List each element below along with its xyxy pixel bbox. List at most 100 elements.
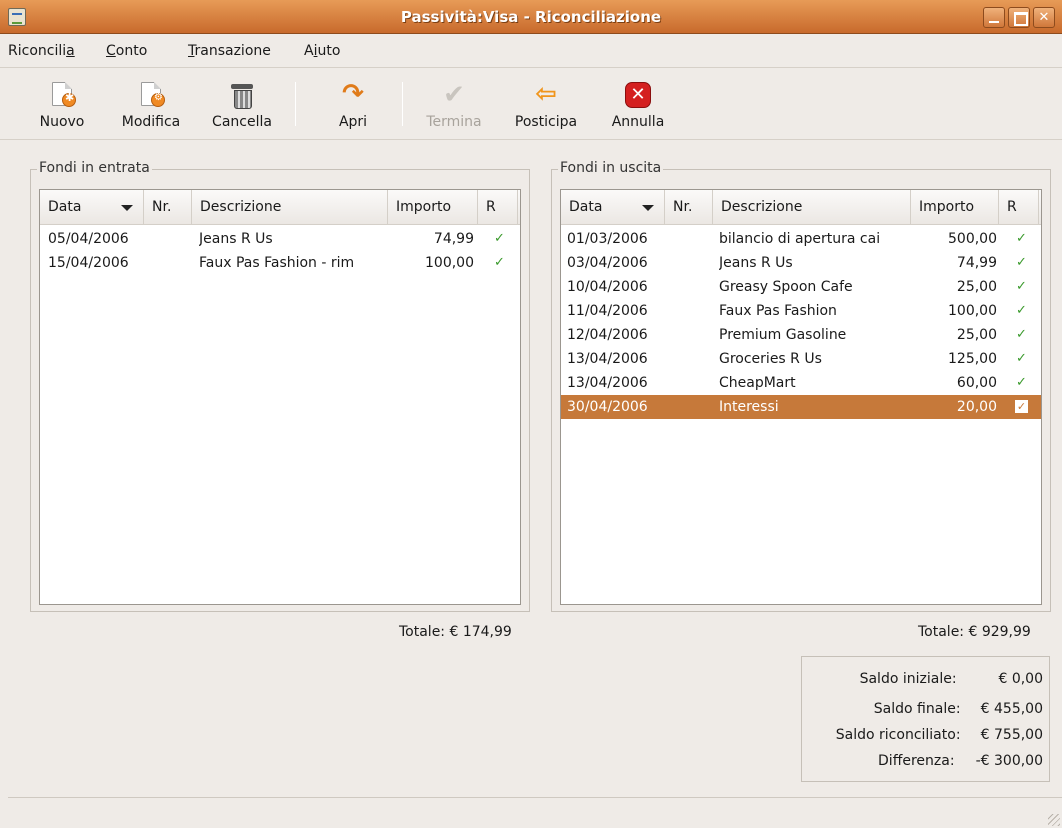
status-bar	[8, 797, 1062, 828]
row-description: Jeans R Us	[199, 231, 273, 247]
annulla-button[interactable]: ✕ Annulla	[598, 68, 678, 140]
close-button[interactable]: ✕	[1033, 7, 1055, 28]
saldo-finale-value: € 455,00	[980, 701, 1043, 717]
table-row[interactable]: 13/04/2006 CheapMart 60,00 ✓	[561, 371, 1041, 395]
reconciled-check-icon[interactable]: ✓	[1016, 323, 1027, 347]
postpone-arrow-icon: ⇦	[535, 79, 557, 109]
row-date: 03/04/2006	[567, 255, 648, 271]
termina-button[interactable]: ✔ Termina	[414, 68, 494, 140]
col-descrizione-label: Descrizione	[200, 199, 282, 215]
row-description: bilancio di apertura cai	[719, 231, 881, 247]
differenza-value: -€ 300,00	[975, 753, 1043, 769]
balance-summary: Saldo iniziale: € 0,00 Saldo finale: € 4…	[801, 656, 1050, 782]
check-icon: ✔	[443, 80, 465, 110]
row-description: Faux Pas Fashion - rim	[199, 255, 355, 271]
annulla-label: Annulla	[611, 114, 665, 130]
table-row[interactable]: 10/04/2006 Greasy Spoon Cafe 25,00 ✓	[561, 275, 1041, 299]
table-row[interactable]: 05/04/2006 Jeans R Us 74,99 ✓	[40, 227, 520, 251]
row-date: 11/04/2006	[567, 303, 648, 319]
cancel-icon: ✕	[625, 82, 651, 108]
row-date: 10/04/2006	[567, 279, 648, 295]
menu-riconcilia-mnemonic: a	[66, 43, 75, 59]
col-nr[interactable]: Nr.	[144, 190, 192, 225]
row-description: Interessi	[719, 399, 779, 415]
apri-label: Apri	[338, 114, 368, 130]
menu-aiuto[interactable]: Aiuto	[304, 43, 340, 59]
reconciled-check-icon[interactable]: ✓	[1016, 371, 1027, 395]
row-description: Premium Gasoline	[719, 327, 847, 343]
apri-button[interactable]: ↷ Apri	[318, 68, 388, 140]
reconciled-check-icon[interactable]: ✓	[1016, 347, 1027, 371]
table-row[interactable]: 15/04/2006 Faux Pas Fashion - rim 100,00…	[40, 251, 520, 275]
reconciled-checkbox[interactable]: ✓	[1015, 400, 1028, 413]
col-importo-label: Importo	[396, 199, 452, 215]
reconciled-check-icon[interactable]: ✓	[1016, 227, 1027, 251]
table-row[interactable]: 13/04/2006 Groceries R Us 125,00 ✓	[561, 347, 1041, 371]
outgoing-funds-list[interactable]: Data Nr. Descrizione Importo R 01/03/200…	[560, 189, 1042, 605]
col-data-label: Data	[569, 199, 603, 215]
nuovo-label: Nuovo	[39, 114, 85, 130]
saldo-iniziale-label: Saldo iniziale:	[859, 671, 957, 687]
modifica-button[interactable]: Modifica	[108, 68, 194, 140]
reconciled-check-icon[interactable]: ✓	[1016, 275, 1027, 299]
menu-transazione[interactable]: Transazione	[188, 43, 271, 59]
col-r-label: R	[1007, 199, 1017, 215]
toolbar-separator	[295, 82, 296, 126]
maximize-button[interactable]	[1008, 7, 1030, 28]
table-row-selected[interactable]: 30/04/2006 Interessi 20,00 ✓	[561, 395, 1041, 419]
menu-transazione-text-end: ransazione	[194, 43, 271, 59]
resize-grip-icon[interactable]	[1048, 814, 1060, 826]
table-row[interactable]: 12/04/2006 Premium Gasoline 25,00 ✓	[561, 323, 1041, 347]
row-amount: 500,00	[948, 231, 997, 247]
row-description: Faux Pas Fashion	[719, 303, 837, 319]
cancella-button[interactable]: Cancella	[200, 68, 284, 140]
cancella-label: Cancella	[212, 114, 272, 130]
sort-desc-icon	[121, 205, 133, 211]
col-descrizione-label: Descrizione	[721, 199, 803, 215]
outgoing-total: Totale: € 929,99	[918, 624, 1031, 640]
row-date: 15/04/2006	[48, 255, 129, 271]
table-row[interactable]: 01/03/2006 bilancio di apertura cai 500,…	[561, 227, 1041, 251]
trash-icon	[231, 82, 253, 109]
col-importo-label: Importo	[919, 199, 975, 215]
col-descrizione[interactable]: Descrizione	[713, 190, 911, 225]
reconciled-check-icon[interactable]: ✓	[1016, 299, 1027, 323]
col-nr-label: Nr.	[152, 199, 172, 215]
row-description: Groceries R Us	[719, 351, 822, 367]
table-row[interactable]: 03/04/2006 Jeans R Us 74,99 ✓	[561, 251, 1041, 275]
col-descrizione[interactable]: Descrizione	[192, 190, 388, 225]
outgoing-funds-label: Fondi in uscita	[558, 160, 664, 176]
title-bar[interactable]: Passività:Visa - Riconciliazione ✕	[0, 0, 1062, 34]
col-r[interactable]: R	[999, 190, 1039, 225]
col-importo[interactable]: Importo	[388, 190, 478, 225]
col-importo[interactable]: Importo	[911, 190, 999, 225]
row-date: 13/04/2006	[567, 375, 648, 391]
minimize-button[interactable]	[983, 7, 1005, 28]
menu-conto[interactable]: Conto	[106, 43, 147, 59]
col-data[interactable]: Data	[561, 190, 665, 225]
row-date: 13/04/2006	[567, 351, 648, 367]
row-description: Jeans R Us	[719, 255, 793, 271]
row-date: 12/04/2006	[567, 327, 648, 343]
saldo-riconciliato-value: € 755,00	[980, 727, 1043, 743]
col-r[interactable]: R	[478, 190, 518, 225]
open-arrow-icon: ↷	[342, 79, 364, 109]
toolbar-separator	[402, 82, 403, 126]
incoming-funds-list[interactable]: Data Nr. Descrizione Importo R 05/04/200…	[39, 189, 521, 605]
row-description: CheapMart	[719, 375, 796, 391]
posticipa-button[interactable]: ⇦ Posticipa	[500, 68, 592, 140]
menu-riconcilia[interactable]: Riconcilia	[8, 43, 75, 59]
reconciled-check-icon[interactable]: ✓	[494, 251, 505, 275]
row-amount: 74,99	[956, 255, 997, 271]
row-amount: 100,00	[425, 255, 474, 271]
row-amount: 25,00	[956, 279, 997, 295]
col-data[interactable]: Data	[40, 190, 144, 225]
nuovo-button[interactable]: Nuovo	[22, 68, 102, 140]
reconciled-check-icon[interactable]: ✓	[494, 227, 505, 251]
reconciled-check-icon[interactable]: ✓	[1016, 251, 1027, 275]
saldo-finale-row: Saldo finale: € 455,00	[874, 701, 1043, 717]
col-nr[interactable]: Nr.	[665, 190, 713, 225]
table-row[interactable]: 11/04/2006 Faux Pas Fashion 100,00 ✓	[561, 299, 1041, 323]
row-amount: 25,00	[956, 327, 997, 343]
saldo-riconciliato-label: Saldo riconciliato:	[835, 727, 961, 743]
